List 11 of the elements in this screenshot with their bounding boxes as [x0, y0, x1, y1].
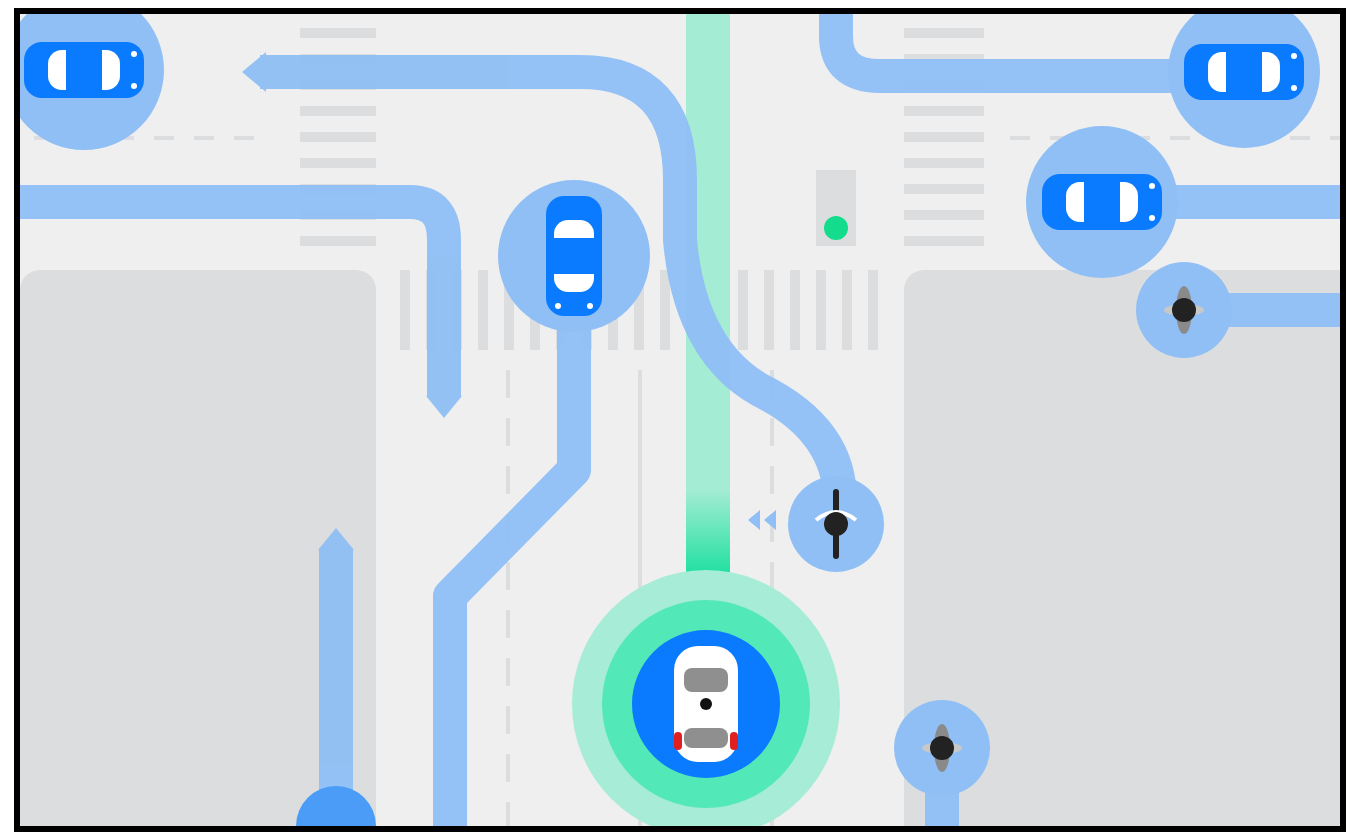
pedestrian-icon	[922, 724, 962, 772]
car-icon	[24, 42, 144, 98]
self-driving-car-icon	[674, 646, 738, 762]
cyclist-icon	[814, 489, 858, 559]
object-halo	[296, 786, 376, 826]
car-icon	[1042, 174, 1162, 230]
car-icon	[546, 196, 602, 316]
chevron-icon	[748, 510, 776, 530]
car-icon	[1184, 44, 1304, 100]
pedestrian-icon	[1164, 286, 1204, 334]
object-halo	[788, 476, 884, 572]
